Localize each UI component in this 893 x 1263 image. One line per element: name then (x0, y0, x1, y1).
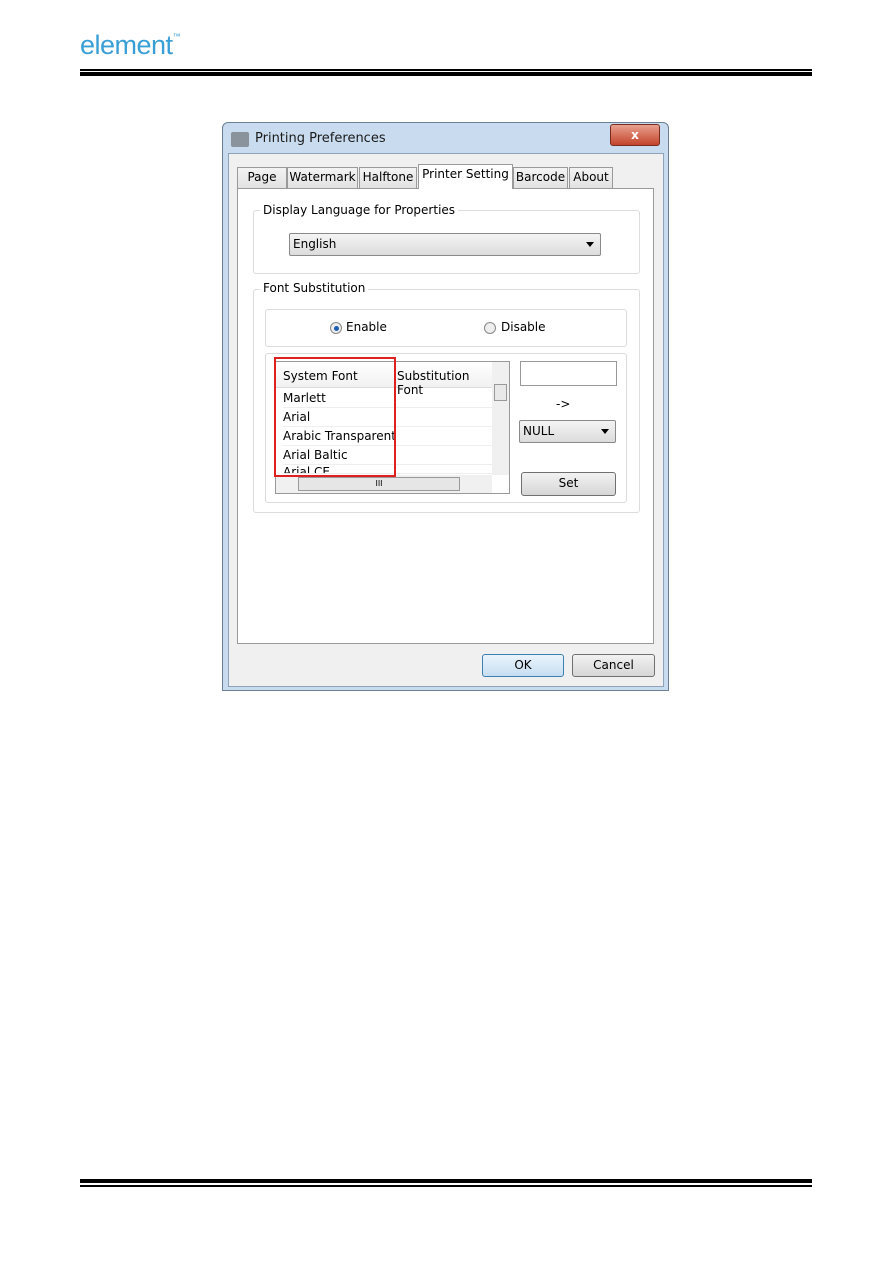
tab-watermark[interactable]: Watermark (287, 167, 358, 188)
horizontal-scrollbar[interactable]: III (276, 475, 492, 493)
language-select[interactable]: English (289, 233, 601, 256)
dialog-title: Printing Preferences (255, 131, 386, 146)
disable-radio[interactable] (484, 322, 496, 334)
ok-button[interactable]: OK (482, 654, 564, 677)
substitution-font-select[interactable]: NULL (519, 420, 616, 443)
dialog-client: Page Watermark Halftone Printer Setting … (228, 153, 664, 687)
tab-printer-setting[interactable]: Printer Setting (418, 164, 513, 189)
element-logo: element™ (80, 30, 181, 60)
close-button[interactable]: x (610, 124, 660, 146)
printer-icon (231, 132, 249, 147)
language-legend: Display Language for Properties (260, 203, 459, 217)
disable-label: Disable (501, 320, 546, 334)
tab-barcode[interactable]: Barcode (513, 167, 568, 188)
footer-rule-thin (80, 1185, 812, 1187)
tab-halftone[interactable]: Halftone (359, 167, 417, 188)
printing-preferences-dialog: Printing Preferences x Page Watermark Ha… (222, 122, 669, 691)
footer-rule (80, 1179, 812, 1183)
font-substitution-legend: Font Substitution (260, 281, 369, 295)
hscroll-thumb[interactable]: III (298, 477, 460, 491)
cancel-button[interactable]: Cancel (572, 654, 655, 677)
scroll-thumb[interactable] (494, 384, 507, 401)
substitution-text-input[interactable] (520, 361, 617, 386)
header-rule (80, 72, 812, 76)
tab-about[interactable]: About (569, 167, 613, 188)
radio-box (265, 309, 627, 347)
tab-panel: Display Language for Properties English … (237, 188, 654, 644)
arrow-text: -> (556, 397, 571, 411)
header-rule-thin (80, 69, 812, 71)
vertical-scrollbar[interactable] (492, 362, 509, 475)
enable-radio[interactable] (330, 322, 342, 334)
tab-page[interactable]: Page (237, 167, 287, 188)
chevron-down-icon (586, 242, 594, 247)
highlight-box (274, 357, 396, 477)
chevron-down-icon (601, 429, 609, 434)
enable-label: Enable (346, 320, 387, 334)
set-button[interactable]: Set (521, 472, 616, 496)
